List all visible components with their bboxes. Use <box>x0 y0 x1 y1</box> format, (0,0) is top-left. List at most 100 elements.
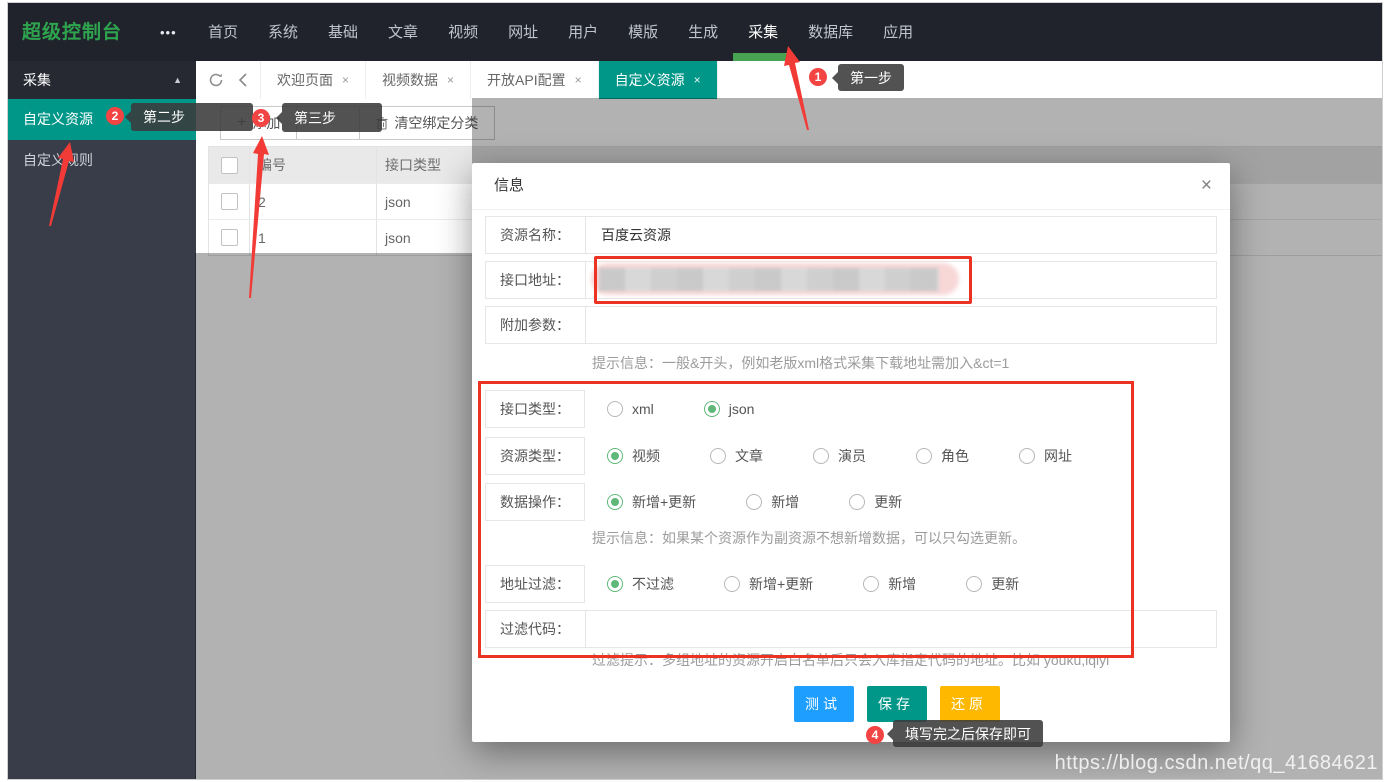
filter-code-input[interactable] <box>586 611 1216 647</box>
refresh-icon[interactable] <box>208 72 224 88</box>
radio-add[interactable]: 新增 <box>746 492 799 512</box>
add-button[interactable]: + 添加 <box>220 106 297 140</box>
field-filter-code: 过滤代码： <box>485 610 1217 648</box>
tab-label: 欢迎页面 <box>277 70 333 90</box>
top-nav: 超级控制台 ••• 首页 系统 基础 文章 视频 网址 用户 模版 生成 采集 … <box>8 3 1382 63</box>
modal-header: 信息 × <box>472 163 1230 210</box>
nav-item-collect[interactable]: 采集 <box>748 3 778 63</box>
app-logo: 超级控制台 <box>22 3 122 63</box>
field-url-filter: 地址过滤： 不过滤 新增+更新 新增 更新 <box>485 565 1019 603</box>
tab-bar: 欢迎页面 × 视频数据 × 开放API配置 × 自定义资源 × <box>196 61 1382 100</box>
radio-filter-add[interactable]: 新增 <box>863 574 916 594</box>
nav-item-template[interactable]: 模版 <box>628 3 658 63</box>
tab-close-icon[interactable]: × <box>342 73 349 87</box>
tab-welcome[interactable]: 欢迎页面 × <box>261 61 366 99</box>
field-resource-name: 资源名称： <box>485 216 1217 254</box>
tab-close-icon[interactable]: × <box>575 73 582 87</box>
field-api-type: 接口类型： xml json <box>485 390 754 428</box>
radio-label: 文章 <box>735 446 763 466</box>
redacted-api-url-value <box>591 261 959 297</box>
radio-icon <box>746 494 762 510</box>
screenshot-stage: 超级控制台 ••• 首页 系统 基础 文章 视频 网址 用户 模版 生成 采集 … <box>0 0 1390 782</box>
plus-icon: + <box>237 107 246 139</box>
toolbar-button-group: + 添加 清空绑定分类 <box>220 106 495 140</box>
radio-no-filter[interactable]: 不过滤 <box>607 574 674 594</box>
radio-label: 不过滤 <box>632 574 674 594</box>
radio-filter-update[interactable]: 更新 <box>966 574 1019 594</box>
radio-article[interactable]: 文章 <box>710 446 763 466</box>
radio-video[interactable]: 视频 <box>607 446 660 466</box>
field-label: 资源名称： <box>486 217 586 253</box>
nav-item-home[interactable]: 首页 <box>208 3 238 63</box>
field-label: 接口类型： <box>485 390 585 428</box>
nav-item-apps[interactable]: 应用 <box>883 3 913 63</box>
radio-icon <box>607 494 623 510</box>
radio-icon <box>849 494 865 510</box>
tab-custom-resource[interactable]: 自定义资源 × <box>599 61 718 99</box>
radio-label: 演员 <box>838 446 866 466</box>
radio-icon <box>704 401 720 417</box>
nav-item-url[interactable]: 网址 <box>508 3 538 63</box>
watermark-url: https://blog.csdn.net/qq_41684621 <box>1055 752 1378 775</box>
radio-xml[interactable]: xml <box>607 401 654 417</box>
radio-label: 更新 <box>874 492 902 512</box>
radio-actor[interactable]: 演员 <box>813 446 866 466</box>
test-button[interactable]: 测试 <box>794 686 854 722</box>
tab-label: 开放API配置 <box>487 70 566 90</box>
radio-label: 新增 <box>771 492 799 512</box>
nav-item-article[interactable]: 文章 <box>388 3 418 63</box>
field-extra-params: 附加参数： <box>485 306 1217 344</box>
tab-tools <box>196 61 261 99</box>
radio-icon <box>607 576 623 592</box>
radio-icon <box>966 576 982 592</box>
sidebar-item-custom-resource[interactable]: 自定义资源 <box>8 99 196 140</box>
add-button-label: 添加 <box>252 107 280 139</box>
modal-close-icon[interactable]: × <box>1201 163 1212 209</box>
radio-label: json <box>729 401 755 417</box>
modal-title: 信息 <box>494 163 524 209</box>
nav-item-collect-label: 采集 <box>748 24 778 41</box>
sidebar-group-collect[interactable]: 采集 ▲ <box>8 61 196 99</box>
sidebar-item-custom-rule[interactable]: 自定义规则 <box>8 140 196 181</box>
radio-website[interactable]: 网址 <box>1019 446 1072 466</box>
tab-label: 自定义资源 <box>615 70 685 90</box>
nav-item-video[interactable]: 视频 <box>448 3 478 63</box>
hidden-middle-button[interactable] <box>296 106 360 140</box>
radio-icon <box>710 448 726 464</box>
select-all-checkbox[interactable] <box>221 157 238 174</box>
nav-item-basic[interactable]: 基础 <box>328 3 358 63</box>
modal-footer-buttons: 测试 保存 还原 <box>794 686 1000 722</box>
nav-menu: 首页 系统 基础 文章 视频 网址 用户 模版 生成 采集 数据库 应用 <box>208 3 913 63</box>
radio-role[interactable]: 角色 <box>916 446 969 466</box>
nav-item-generate[interactable]: 生成 <box>688 3 718 63</box>
radio-add-update[interactable]: 新增+更新 <box>607 492 696 512</box>
radio-label: 更新 <box>991 574 1019 594</box>
nav-item-user[interactable]: 用户 <box>568 3 598 63</box>
resource-name-input[interactable] <box>586 217 1216 253</box>
params-hint: 提示信息：一般&开头，例如老版xml格式采集下载地址需加入&ct=1 <box>592 353 1009 373</box>
tab-close-icon[interactable]: × <box>447 73 454 87</box>
radio-json[interactable]: json <box>704 401 755 417</box>
radio-icon <box>1019 448 1035 464</box>
tab-open-api[interactable]: 开放API配置 × <box>471 61 599 99</box>
radio-label: 视频 <box>632 446 660 466</box>
row-checkbox[interactable] <box>221 229 238 246</box>
radio-icon <box>724 576 740 592</box>
nav-item-system[interactable]: 系统 <box>268 3 298 63</box>
tab-video-data[interactable]: 视频数据 × <box>366 61 471 99</box>
field-label: 数据操作： <box>485 483 585 521</box>
radio-update[interactable]: 更新 <box>849 492 902 512</box>
row-checkbox[interactable] <box>221 193 238 210</box>
restore-button[interactable]: 还原 <box>940 686 1000 722</box>
filter-hint: 过滤提示：多组地址的资源开启白名单后只会入库指定代码的地址。比如 youku,i… <box>592 650 1109 670</box>
field-label: 资源类型： <box>485 437 585 475</box>
radio-icon <box>863 576 879 592</box>
tab-close-icon[interactable]: × <box>694 73 701 87</box>
nav-item-database[interactable]: 数据库 <box>808 3 853 63</box>
save-button[interactable]: 保存 <box>867 686 927 722</box>
chevron-left-icon[interactable] <box>238 73 248 87</box>
radio-filter-add-update[interactable]: 新增+更新 <box>724 574 813 594</box>
nav-more-icon[interactable]: ••• <box>160 3 177 63</box>
extra-params-input[interactable] <box>586 307 1216 343</box>
radio-icon <box>916 448 932 464</box>
